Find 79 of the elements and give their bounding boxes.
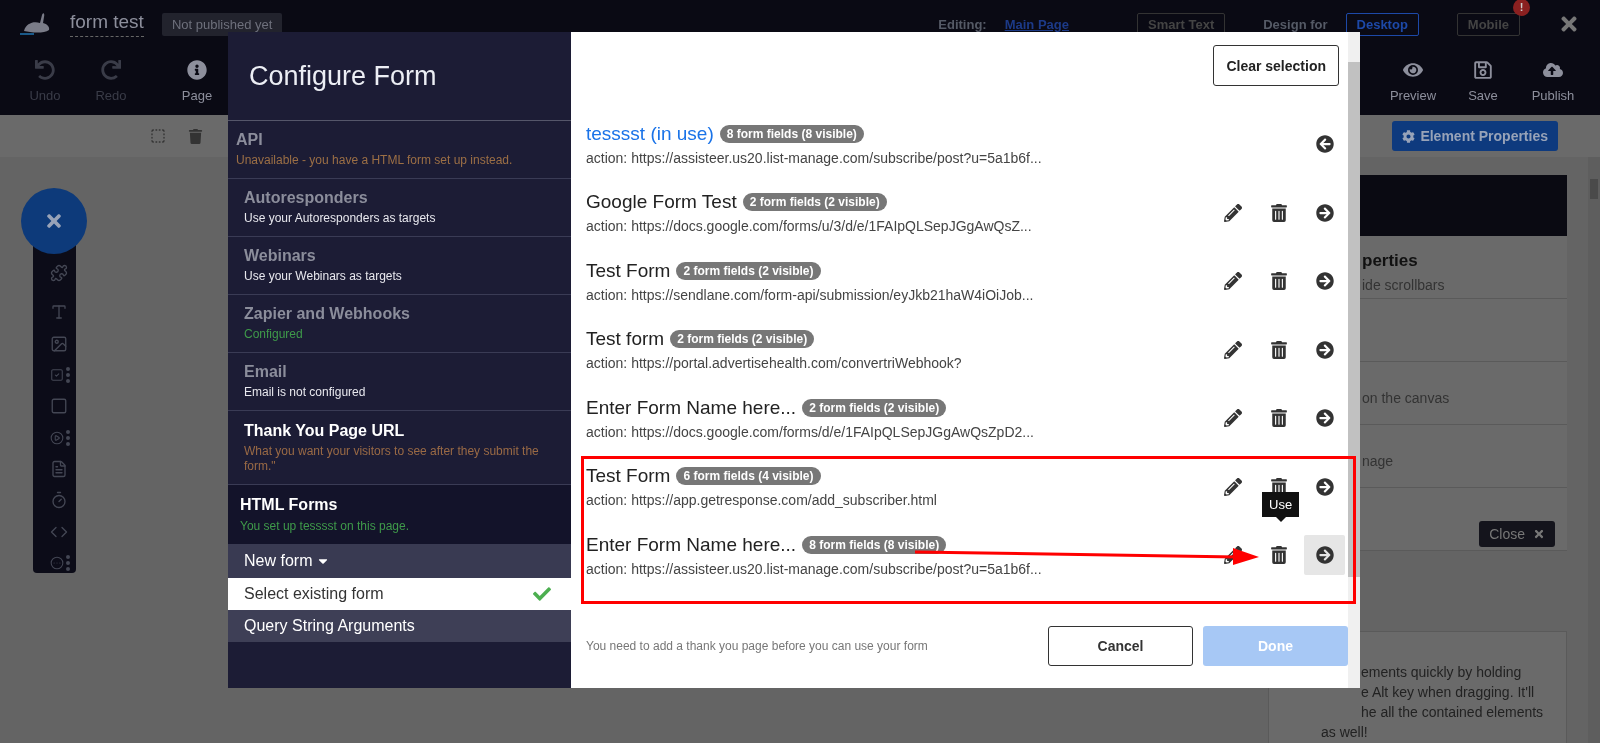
alert-badge: ! <box>1513 0 1530 16</box>
section-status: You set up tesssst on this page. <box>240 518 410 534</box>
form-name: Test form <box>586 328 665 351</box>
form-action: action: https://app.getresponse.com/add_subscriber.html <box>586 492 938 509</box>
section-title: HTML Forms <box>240 495 339 514</box>
tip-text: he all the contained elements <box>1361 704 1545 720</box>
trash-icon[interactable] <box>1270 272 1288 291</box>
close-tag-button[interactable]: Close <box>1479 521 1555 547</box>
tooltip-pointer <box>1275 517 1286 522</box>
field-count-badge: 2 form fields (2 visible) <box>670 330 815 349</box>
edit-icon[interactable] <box>1224 546 1242 565</box>
form-action: action: https://portal.advertisehealth.com/convertriWebhook? <box>586 355 963 372</box>
field-count-badge: 2 form fields (2 visible) <box>676 261 821 280</box>
cancel-button[interactable]: Cancel <box>1048 626 1193 666</box>
html-forms-section[interactable]: HTML Forms You set up tesssst on this page. <box>228 485 571 544</box>
info-icon <box>187 60 207 80</box>
form-name: Enter Form Name here... <box>586 396 797 419</box>
menu-item[interactable]: Query String Arguments <box>228 610 571 642</box>
edit-icon[interactable] <box>1224 272 1242 291</box>
form-action: action: https://assisteer.us20.list-manage.com/subscribe/post?u=5a1b6f... <box>586 560 1043 577</box>
trash-icon[interactable] <box>1270 203 1288 222</box>
form-name: tesssst (in use) <box>586 122 714 145</box>
form-action: action: https://sendlane.com/form-api/submission/eyJkb21haW4iOiJob... <box>586 286 1035 303</box>
toolbar-button[interactable]: Page <box>164 60 230 103</box>
page-scrollbar[interactable] <box>1588 157 1600 743</box>
edit-icon[interactable] <box>1224 340 1242 359</box>
integration-status: Use your Autoresponders as targets <box>244 211 437 226</box>
section-text: nage <box>1362 452 1395 469</box>
toolbar-button[interactable]: Save <box>1448 60 1518 103</box>
tip-text: as well! <box>1321 724 1369 740</box>
form-action: action: https://assisteer.us20.list-manage.com/subscribe/post?u=5a1b6f... <box>586 149 1043 166</box>
scrollbar[interactable] <box>1348 32 1360 688</box>
edit-icon[interactable] <box>1224 477 1242 496</box>
close-icon <box>44 211 64 231</box>
use-button[interactable] <box>1304 535 1345 576</box>
field-count-badge: 2 form fields (2 visible) <box>742 193 887 212</box>
tip-text: e Alt key when dragging. It'll <box>1361 684 1536 700</box>
form-action: action: https://docs.google.com/forms/u/3/d/e/1FAIpQLSepJGgAwQsZ... <box>586 218 1033 235</box>
check-icon <box>533 585 551 603</box>
footer-note: You need to add a thank you page before you can use your form <box>586 639 928 653</box>
section-title: perties <box>1362 250 1419 271</box>
redo-icon <box>101 60 121 80</box>
element-properties-button[interactable]: Element Properties <box>1392 121 1558 151</box>
menu-item[interactable]: New form <box>228 544 571 578</box>
form-name: Test Form <box>586 259 671 282</box>
field-count-badge: 8 form fields (8 visible) <box>719 124 864 143</box>
design-for-label: Design for <box>1263 16 1328 32</box>
close-icon <box>1533 528 1545 540</box>
trash-icon[interactable] <box>1270 340 1288 359</box>
gear-icon <box>1402 129 1416 143</box>
form-name: Enter Form Name here... <box>586 533 797 556</box>
form-name: Google Form Test <box>586 191 737 214</box>
save-icon <box>1473 60 1493 80</box>
rabbit-logo[interactable] <box>20 11 52 37</box>
field-count-badge: 2 form fields (2 visible) <box>802 398 947 417</box>
trash-icon[interactable] <box>1270 409 1288 428</box>
edit-icon[interactable] <box>1224 203 1242 222</box>
toolbar-button[interactable]: Publish <box>1518 60 1588 103</box>
form-name: Test Form <box>586 465 671 488</box>
cloud-upload-icon <box>1543 60 1563 80</box>
publish-status: Not published yet <box>161 12 283 36</box>
toolbar-button[interactable]: Preview <box>1378 60 1448 103</box>
tip-text: ements quickly by holding <box>1361 664 1523 680</box>
form-action: action: https://docs.google.com/forms/d/e/1FAIpQLSepJGgAwQsZpD2... <box>586 423 1035 440</box>
menu-item[interactable]: Select existing form <box>228 578 571 610</box>
integration-status: Use your Webinars as targets <box>244 269 403 284</box>
field-count-badge: 8 form fields (8 visible) <box>802 535 947 554</box>
page-title[interactable]: form test <box>70 11 144 37</box>
trash-icon[interactable] <box>1270 546 1288 565</box>
clear-selection-button[interactable]: Clear selection <box>1213 45 1339 86</box>
integration-status: What you want your visitors to see after they submit the form." <box>244 443 540 474</box>
integration-status: Configured <box>244 327 304 342</box>
eye-icon <box>1403 60 1423 80</box>
editing-label: Editing: <box>938 16 987 32</box>
edit-icon[interactable] <box>1224 409 1242 428</box>
undo-icon <box>35 60 55 80</box>
field-count-badge: 6 form fields (4 visible) <box>676 467 821 486</box>
integration-status: Unavailable - you have a HTML form set up instead. <box>236 153 514 168</box>
integration-status: Email is not configured <box>244 385 367 400</box>
